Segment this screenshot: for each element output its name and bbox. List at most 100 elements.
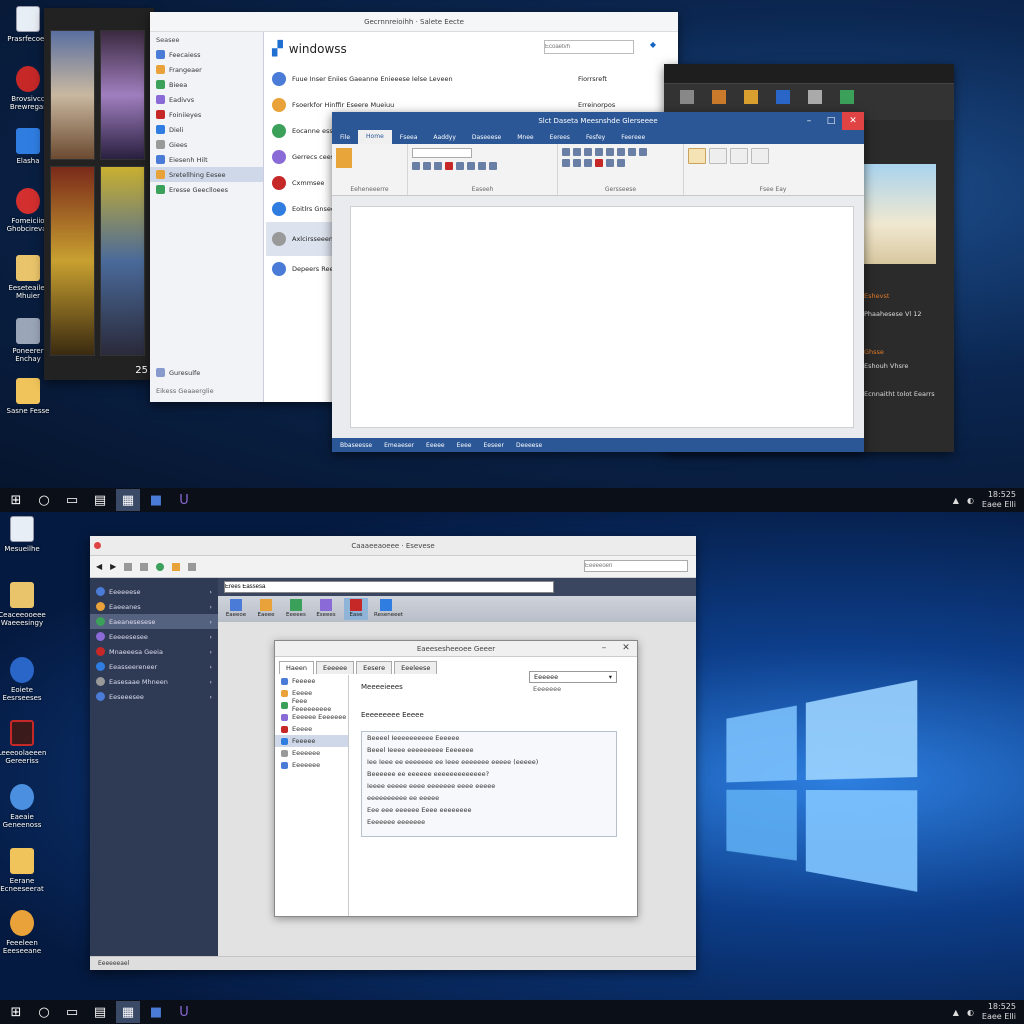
nav-item[interactable]: Giees (150, 137, 263, 152)
image-thumbnail[interactable] (50, 166, 95, 356)
toolbar-button[interactable]: Eeeees (284, 598, 308, 620)
list-row[interactable]: Eee eee eeeeee Eeee eeeeeeee (362, 804, 616, 816)
desktop-icon[interactable]: Eerane Ecneeseerat (0, 848, 50, 893)
list-item[interactable]: Fuue Inser Eniies Gaeanne Enieeese Ielse… (266, 66, 678, 92)
tool-icon[interactable] (188, 562, 197, 571)
nav-item[interactable]: Eeseeesee › (90, 689, 218, 704)
word-window[interactable]: Slct Daseta Meesnshde Glerseeee – □ ✕ File… (332, 112, 864, 452)
list-row[interactable]: Ieeee eeeee eeee eeeeeee eeee eeeee (362, 780, 616, 792)
media-preview[interactable] (864, 164, 936, 264)
nav-item[interactable]: Eeeeesesee › (90, 629, 218, 644)
forward-icon[interactable]: ▶ (110, 562, 116, 571)
nav-item[interactable]: Bieea (150, 77, 263, 92)
tab-7[interactable]: Fesfey (578, 134, 613, 141)
image-thumbnail[interactable] (50, 30, 95, 160)
title-bar[interactable]: Gecrnnreioihh · Salete Eecte (150, 12, 678, 32)
dialog-title-bar[interactable]: Eaeesesheeoee Geeer – ✕ (275, 641, 637, 657)
dialog-nav-item[interactable]: Eeeeee Eeeeeee (275, 711, 348, 723)
tab-8[interactable]: Feereee (613, 134, 653, 141)
list-row[interactable]: eeeeeeeeee ee eeeee (362, 792, 616, 804)
tool-icon[interactable] (172, 562, 181, 571)
image-thumbnail[interactable] (100, 166, 145, 356)
nav-item[interactable]: Frangeaer (150, 62, 263, 77)
close-button[interactable]: ✕ (842, 112, 864, 130)
toolbar-button[interactable]: Eaeee (254, 598, 278, 620)
volume-icon[interactable]: ◐ (967, 496, 974, 505)
minimize-button[interactable]: – (593, 641, 615, 655)
tool-icon[interactable] (808, 90, 822, 104)
tool-icon[interactable] (840, 90, 854, 104)
app-icon[interactable]: ▦ (116, 489, 140, 511)
nav-item[interactable]: Foiniieyes (150, 107, 263, 122)
nav-item[interactable]: Easesaae Mhneen › (90, 674, 218, 689)
toolbar-button[interactable]: Reseneeet (374, 598, 403, 620)
network-icon[interactable]: ▲ (953, 1008, 959, 1017)
tab-5[interactable]: Mnee (509, 134, 541, 141)
search-icon[interactable]: ○ (32, 489, 56, 511)
toolbar-button[interactable]: Eseees (314, 598, 338, 620)
nav-item[interactable]: Eaeeanes › (90, 599, 218, 614)
dialog-tab[interactable]: Haeen (279, 661, 314, 674)
nav-item[interactable]: Eaeanesesese › (90, 614, 218, 629)
options-list[interactable]: Beeeel Ieeeeeeeeee Eeeeee Beeel Ieeee eee… (361, 731, 617, 837)
list-row[interactable]: Beeel Ieeee eeeeeeeee Eeeeeee (362, 744, 616, 756)
list-row[interactable]: Iee Ieee ee eeeeeee ee Ieee eeeeeee eeee… (362, 756, 616, 768)
nav-item[interactable]: Eeeeeese › (90, 584, 218, 599)
desktop-icon[interactable]: Eaeaie Geneenoss (0, 784, 50, 829)
go-icon[interactable] (156, 562, 165, 571)
dialog-nav-item[interactable]: Eeeee (275, 723, 348, 735)
app-icon[interactable]: ▤ (88, 1001, 112, 1023)
list-row[interactable]: Beeeeee ee eeeeee eeeeeeeeeeeee? (362, 768, 616, 780)
tool-icon[interactable] (744, 90, 758, 104)
start-icon[interactable]: ⊞ (4, 1001, 28, 1023)
app-icon[interactable]: ■ (144, 1001, 168, 1023)
nav-item[interactable]: Mnaeeesa Geeia › (90, 644, 218, 659)
nav-item[interactable]: Feecaiess (150, 47, 263, 62)
dialog-nav-item[interactable]: Eeeeeee (275, 747, 348, 759)
nav-item[interactable]: Eeasseereneer › (90, 659, 218, 674)
tab-0[interactable]: File (332, 134, 358, 141)
tool-icon[interactable] (680, 90, 694, 104)
start-icon[interactable]: ⊞ (4, 489, 28, 511)
sidebar-footer[interactable]: Guresulfe (150, 365, 200, 380)
desktop-icon[interactable]: Leeeoolaeeen Gereeriss (0, 720, 50, 765)
search-icon[interactable]: ○ (32, 1001, 56, 1023)
desktop-icon[interactable]: Eoiete Eesrseeses (0, 657, 50, 702)
list-row[interactable]: Beeeel Ieeeeeeeeee Eeeeee (362, 732, 616, 744)
maximize-button[interactable]: □ (820, 112, 842, 130)
app-icon[interactable]: U (172, 489, 196, 511)
dialog-nav-item[interactable]: Eeeeeee (275, 759, 348, 771)
tab-2[interactable]: Fseea (392, 134, 426, 141)
title-bar[interactable]: Caaaeeaoeee · Esevese (90, 536, 696, 556)
nav-item[interactable]: Dieli (150, 122, 263, 137)
nav-item[interactable]: Sretellhing Eesee (150, 167, 263, 182)
search-input[interactable] (584, 560, 688, 572)
desktop-icon[interactable]: Ceaceeooeee Waeeesingy (0, 582, 50, 627)
app-icon[interactable]: ■ (144, 489, 168, 511)
volume-icon[interactable]: ◐ (967, 1008, 974, 1017)
tool-icon[interactable] (712, 90, 726, 104)
task-view-icon[interactable]: ▭ (60, 1001, 84, 1023)
search-input[interactable] (544, 40, 634, 54)
tab-1[interactable]: Home (358, 130, 392, 144)
document-page[interactable] (350, 206, 854, 428)
desktop-icon[interactable]: Feeeleen Eeeseeane (0, 910, 50, 955)
tool-icon[interactable] (124, 562, 133, 571)
settings-icon[interactable]: ◆ (650, 40, 656, 49)
task-view-icon[interactable]: ▭ (60, 489, 84, 511)
dialog-tab[interactable]: Eeeleese (394, 661, 438, 674)
tab-4[interactable]: Daseeese (464, 134, 509, 141)
font-name-select[interactable] (412, 148, 472, 158)
list-row[interactable]: Eeeeeee eeeeeee (362, 816, 616, 828)
address-input[interactable] (224, 581, 554, 593)
clock[interactable]: 18:525 Eaee Elli (982, 490, 1016, 510)
clock[interactable]: 18:525 Eaee Elli (982, 1002, 1016, 1022)
tool-icon[interactable] (140, 562, 149, 571)
image-thumbnail[interactable] (100, 30, 145, 160)
toolbar-button[interactable]: Eaeeoe (224, 598, 248, 620)
app-icon[interactable]: ▦ (116, 1001, 140, 1023)
network-icon[interactable]: ▲ (953, 496, 959, 505)
properties-dialog[interactable]: Eaeesesheeoee Geeer – ✕ Haeen Eeeeee Eesere… (274, 640, 638, 917)
app-icon[interactable]: U (172, 1001, 196, 1023)
image-viewer-window[interactable]: 25 (44, 8, 154, 380)
